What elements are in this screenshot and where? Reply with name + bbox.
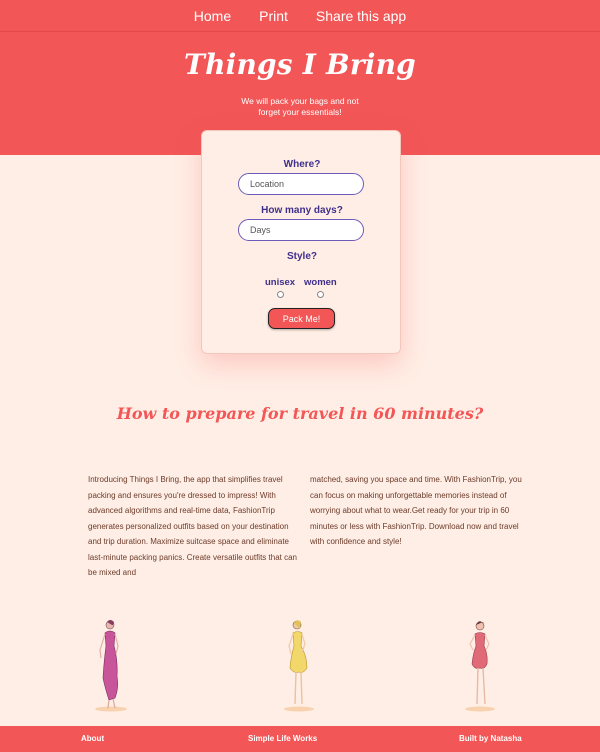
footer: About Simple Life Works Built by Natasha <box>0 726 600 752</box>
women-radio[interactable] <box>317 291 324 298</box>
nav-share-link[interactable]: Share this app <box>316 8 406 24</box>
fashion-figure-yellow-dress <box>284 620 314 712</box>
fashion-figure-pink-dress <box>465 621 495 712</box>
days-label: How many days? <box>261 205 343 216</box>
unisex-radio[interactable] <box>277 291 284 298</box>
page-subtitle: We will pack your bags and not forget yo… <box>241 96 359 117</box>
nav-home-link[interactable]: Home <box>194 8 231 24</box>
page-title: Things I Bring <box>184 48 416 81</box>
top-nav: Home Print Share this app <box>0 0 600 32</box>
footer-credit: Built by Natasha <box>459 734 522 743</box>
intro-text-left: Introducing Things I Bring, the app that… <box>88 475 297 577</box>
style-label: Style? <box>286 251 317 262</box>
nav-print-link[interactable]: Print <box>259 8 288 24</box>
fashion-figure-magenta-dress <box>95 620 127 712</box>
footer-about-link[interactable]: About <box>81 734 104 743</box>
pack-me-button[interactable]: Pack Me! <box>268 308 335 329</box>
where-label: Where? <box>283 159 321 170</box>
location-input[interactable] <box>238 173 364 195</box>
women-option-label: women <box>304 277 337 288</box>
days-input[interactable] <box>238 219 364 241</box>
packing-form: Where? How many days? Style? unisex wome… <box>201 130 401 354</box>
unisex-option-label: unisex <box>265 277 296 288</box>
footer-brand: Simple Life Works <box>248 734 318 743</box>
section-heading: How to prepare for travel in 60 minutes? <box>116 404 484 423</box>
intro-text-right: matched, saving you space and time. With… <box>310 475 522 546</box>
